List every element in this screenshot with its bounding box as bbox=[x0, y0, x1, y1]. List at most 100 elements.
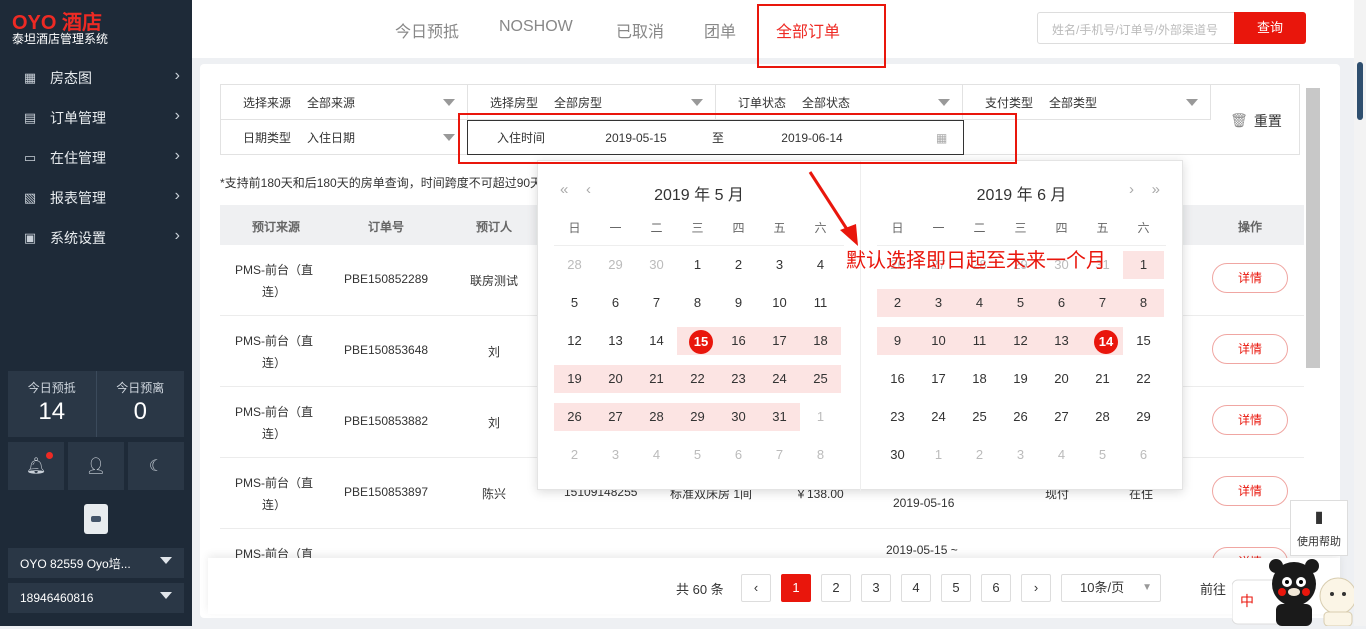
sidebar-item-orders[interactable]: ▤ 订单管理 › bbox=[0, 98, 192, 138]
calendar-day[interactable]: 25 bbox=[959, 403, 1000, 431]
calendar-day[interactable]: 29 bbox=[1123, 403, 1164, 431]
page-5-button[interactable]: 5 bbox=[941, 574, 971, 602]
calendar-day[interactable]: 14 bbox=[636, 327, 677, 355]
search-button[interactable]: 查询 bbox=[1234, 12, 1306, 44]
calendar-day[interactable]: 21 bbox=[636, 365, 677, 393]
source-filter[interactable]: 选择来源 全部来源 bbox=[221, 85, 468, 120]
calendar-day[interactable]: 21 bbox=[1082, 365, 1123, 393]
page-4-button[interactable]: 4 bbox=[901, 574, 931, 602]
tab-today-arrivals[interactable]: 今日预抵 bbox=[395, 18, 459, 42]
calendar-day[interactable]: 3 bbox=[918, 289, 959, 317]
calendar-day[interactable]: 6 bbox=[718, 441, 759, 469]
calendar-day[interactable]: 7 bbox=[759, 441, 800, 469]
calendar-day[interactable]: 27 bbox=[595, 403, 636, 431]
departures-stat[interactable]: 今日预离 0 bbox=[95, 371, 185, 437]
calendar-day[interactable]: 9 bbox=[877, 327, 918, 355]
arrivals-stat[interactable]: 今日预抵 14 bbox=[8, 371, 96, 437]
calendar-day[interactable]: 10 bbox=[918, 327, 959, 355]
tab-cancelled[interactable]: 已取消 bbox=[616, 18, 664, 42]
calendar-day[interactable]: 10 bbox=[759, 289, 800, 317]
calendar-day[interactable]: 5 bbox=[677, 441, 718, 469]
calendar-day[interactable]: 1 bbox=[800, 403, 841, 431]
calendar-day[interactable]: 13 bbox=[1041, 327, 1082, 355]
calendar-day[interactable]: 29 bbox=[595, 251, 636, 279]
night-audit-button[interactable]: ☾ bbox=[128, 442, 184, 490]
calendar-day[interactable]: 29 bbox=[677, 403, 718, 431]
calendar-day[interactable]: 23 bbox=[718, 365, 759, 393]
selected-day[interactable]: 15 bbox=[677, 327, 718, 355]
calendar-day[interactable]: 30 bbox=[718, 403, 759, 431]
calendar-day[interactable]: 5 bbox=[1082, 441, 1123, 469]
calendar-day[interactable]: 22 bbox=[677, 365, 718, 393]
calendar-day[interactable]: 12 bbox=[1000, 327, 1041, 355]
calendar-day[interactable]: 6 bbox=[1041, 289, 1082, 317]
mascot-widget[interactable]: 中 bbox=[1231, 554, 1362, 627]
calendar-day[interactable]: 24 bbox=[759, 365, 800, 393]
calendar-day[interactable]: 27 bbox=[1041, 403, 1082, 431]
detail-button[interactable]: 详情 bbox=[1212, 405, 1288, 435]
phone-select[interactable]: 18946460816 bbox=[8, 583, 184, 613]
calendar-day[interactable]: 20 bbox=[595, 365, 636, 393]
tab-group[interactable]: 团单 bbox=[704, 18, 736, 42]
next-page-button[interactable]: › bbox=[1021, 574, 1051, 602]
page-3-button[interactable]: 3 bbox=[861, 574, 891, 602]
calendar-day[interactable]: 17 bbox=[918, 365, 959, 393]
detail-button[interactable]: 详情 bbox=[1212, 476, 1288, 506]
sidebar-item-settings[interactable]: ▣ 系统设置 › bbox=[0, 218, 192, 258]
calendar-day[interactable]: 24 bbox=[918, 403, 959, 431]
calendar-day[interactable]: 26 bbox=[1000, 403, 1041, 431]
calendar-day[interactable]: 3 bbox=[595, 441, 636, 469]
search-input[interactable]: 姓名/手机号/订单号/外部渠道号 bbox=[1037, 12, 1235, 44]
calendar-day[interactable]: 8 bbox=[800, 441, 841, 469]
calendar-day[interactable]: 19 bbox=[1000, 365, 1041, 393]
page-size-select[interactable]: 10条/页 ▼ bbox=[1061, 574, 1161, 602]
prev-page-button[interactable]: ‹ bbox=[741, 574, 771, 602]
reset-button[interactable]: 🗑︎ 重置 bbox=[1211, 85, 1301, 156]
page-6-button[interactable]: 6 bbox=[981, 574, 1011, 602]
calendar-day[interactable]: 1 bbox=[1123, 251, 1164, 279]
device-icon[interactable] bbox=[84, 504, 108, 534]
calendar-day[interactable]: 7 bbox=[1082, 289, 1123, 317]
calendar-day[interactable]: 15 bbox=[1123, 327, 1164, 355]
table-scrollbar[interactable] bbox=[1306, 88, 1320, 368]
calendar-day[interactable]: 3 bbox=[759, 251, 800, 279]
calendar-day[interactable]: 28 bbox=[554, 251, 595, 279]
calendar-day[interactable]: 30 bbox=[636, 251, 677, 279]
calendar-day[interactable]: 25 bbox=[800, 365, 841, 393]
calendar-day[interactable]: 30 bbox=[877, 441, 918, 469]
calendar-day[interactable]: 8 bbox=[677, 289, 718, 317]
sidebar-item-reports[interactable]: ▧ 报表管理 › bbox=[0, 178, 192, 218]
calendar-day[interactable]: 22 bbox=[1123, 365, 1164, 393]
calendar-day[interactable]: 4 bbox=[800, 251, 841, 279]
page-1-button[interactable]: 1 bbox=[781, 574, 811, 602]
calendar-day[interactable]: 2 bbox=[877, 289, 918, 317]
calendar-day[interactable]: 8 bbox=[1123, 289, 1164, 317]
calendar-day[interactable]: 19 bbox=[554, 365, 595, 393]
calendar-day[interactable]: 2 bbox=[959, 441, 1000, 469]
calendar-day[interactable]: 16 bbox=[877, 365, 918, 393]
calendar-day[interactable]: 28 bbox=[636, 403, 677, 431]
calendar-day[interactable]: 28 bbox=[1082, 403, 1123, 431]
calendar-day[interactable]: 18 bbox=[959, 365, 1000, 393]
calendar-day[interactable]: 17 bbox=[759, 327, 800, 355]
calendar-day[interactable]: 5 bbox=[1000, 289, 1041, 317]
window-scrollbar-thumb[interactable] bbox=[1357, 62, 1363, 120]
detail-button[interactable]: 详情 bbox=[1212, 263, 1288, 293]
date-type-filter[interactable]: 日期类型 入住日期 bbox=[221, 120, 468, 155]
calendar-day[interactable]: 5 bbox=[554, 289, 595, 317]
calendar-day[interactable]: 4 bbox=[636, 441, 677, 469]
calendar-day[interactable]: 1 bbox=[918, 441, 959, 469]
calendar-day[interactable]: 4 bbox=[1041, 441, 1082, 469]
user-button[interactable]: 👤︎ bbox=[68, 442, 124, 490]
calendar-day[interactable]: 16 bbox=[718, 327, 759, 355]
tab-noshow[interactable]: NOSHOW bbox=[499, 18, 573, 36]
sidebar-item-inhouse[interactable]: ▭ 在住管理 › bbox=[0, 138, 192, 178]
calendar-day[interactable]: 6 bbox=[595, 289, 636, 317]
sidebar-item-room-map[interactable]: ▦ 房态图 › bbox=[0, 58, 192, 98]
calendar-day[interactable]: 1 bbox=[677, 251, 718, 279]
help-button[interactable]: ▮ 使用帮助 bbox=[1290, 500, 1348, 556]
calendar-day[interactable]: 12 bbox=[554, 327, 595, 355]
calendar-day[interactable]: 18 bbox=[800, 327, 841, 355]
page-2-button[interactable]: 2 bbox=[821, 574, 851, 602]
calendar-day[interactable]: 4 bbox=[959, 289, 1000, 317]
